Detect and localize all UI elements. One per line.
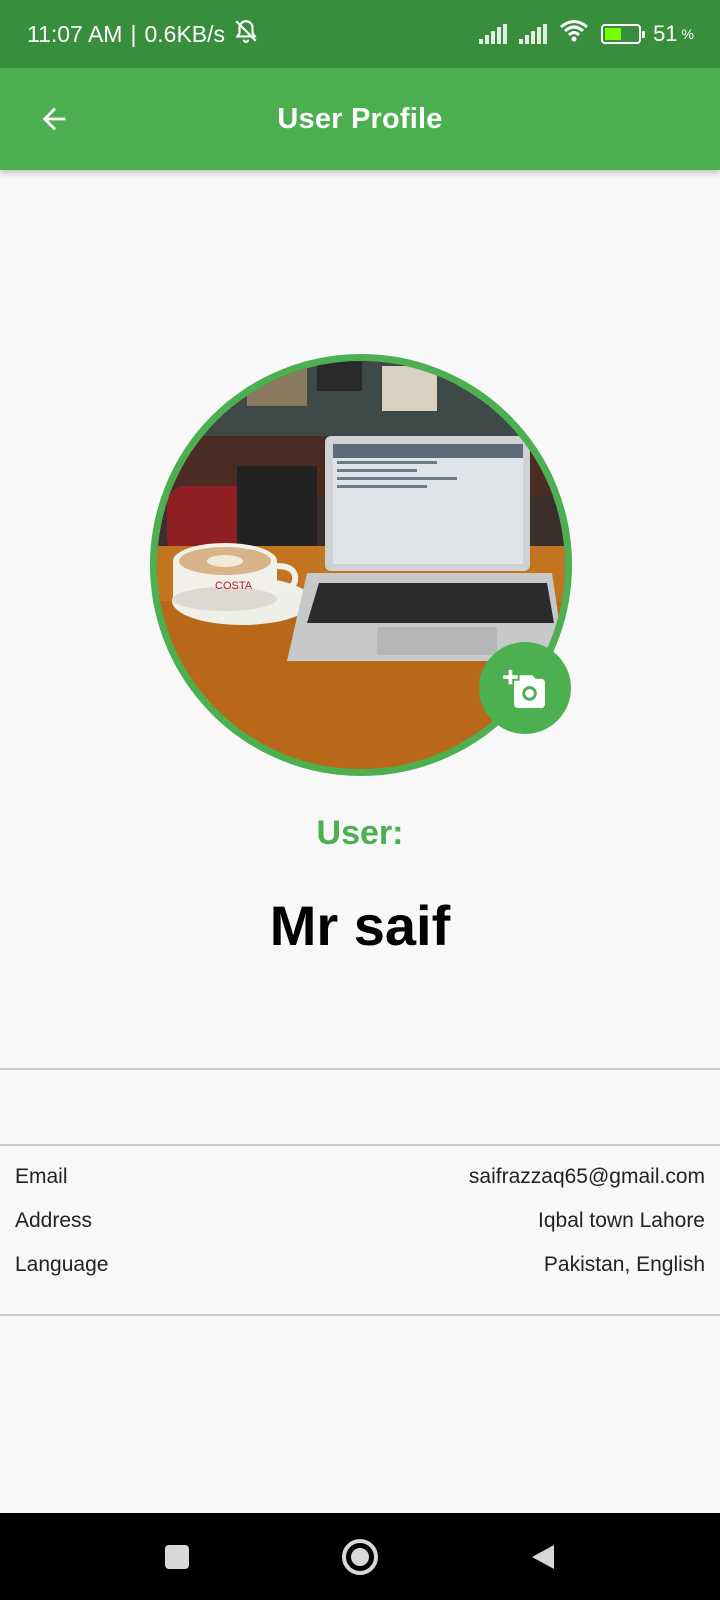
- battery-charging-icon: [601, 24, 646, 44]
- cup-text: COSTA: [215, 580, 253, 592]
- profile-photo-container: COSTA: [150, 354, 572, 776]
- wifi-icon: [559, 19, 589, 49]
- status-separator: |: [130, 20, 137, 47]
- email-value: saifrazzaq65@gmail.com: [468, 1165, 705, 1188]
- mute-bell-icon: [233, 18, 259, 50]
- status-bar: 11:07 AM | 0.6KB/s 51 %: [0, 0, 720, 68]
- page-title: User Profile: [277, 102, 443, 135]
- arrow-back-icon: [42, 107, 66, 131]
- system-nav-bar: [0, 1513, 720, 1600]
- add-photo-icon: [503, 669, 545, 708]
- language-label: Language: [15, 1253, 109, 1276]
- user-label: User:: [316, 814, 404, 852]
- back-triangle-icon: [532, 1544, 554, 1569]
- back-button[interactable]: [30, 95, 78, 143]
- divider: [0, 1314, 720, 1316]
- status-right: 51 %: [479, 19, 694, 49]
- app-bar: User Profile: [0, 68, 720, 170]
- status-left: 11:07 AM | 0.6KB/s: [27, 18, 259, 50]
- recents-square-icon: [165, 1544, 189, 1569]
- address-value: Iqbal town Lahore: [538, 1209, 705, 1232]
- signal-icon: [479, 24, 508, 44]
- email-label: Email: [15, 1165, 68, 1188]
- address-label: Address: [15, 1209, 93, 1232]
- change-photo-button[interactable]: [479, 642, 571, 734]
- divider: [0, 1144, 720, 1146]
- language-value: Pakistan, English: [543, 1253, 705, 1276]
- screen: 11:07 AM | 0.6KB/s 51 % User Profile COS…: [0, 0, 720, 1600]
- home-circle-icon: [342, 1538, 378, 1575]
- system-back-button[interactable]: [519, 1533, 567, 1581]
- battery-percent: 51: [653, 21, 678, 46]
- info-row-language: Language Pakistan, English: [15, 1249, 705, 1281]
- signal-icon: [519, 24, 548, 44]
- info-row-email: Email saifrazzaq65@gmail.com: [15, 1161, 705, 1193]
- info-row-address: Address Iqbal town Lahore: [15, 1205, 705, 1237]
- battery-fill: [605, 28, 622, 40]
- user-name: Mr saif: [269, 894, 451, 957]
- status-time: 11:07 AM: [27, 20, 123, 47]
- battery-unit: %: [681, 26, 694, 42]
- recents-button[interactable]: [153, 1533, 201, 1581]
- network-speed: 0.6KB/s: [144, 20, 226, 47]
- divider: [0, 1068, 720, 1070]
- home-button[interactable]: [336, 1533, 384, 1581]
